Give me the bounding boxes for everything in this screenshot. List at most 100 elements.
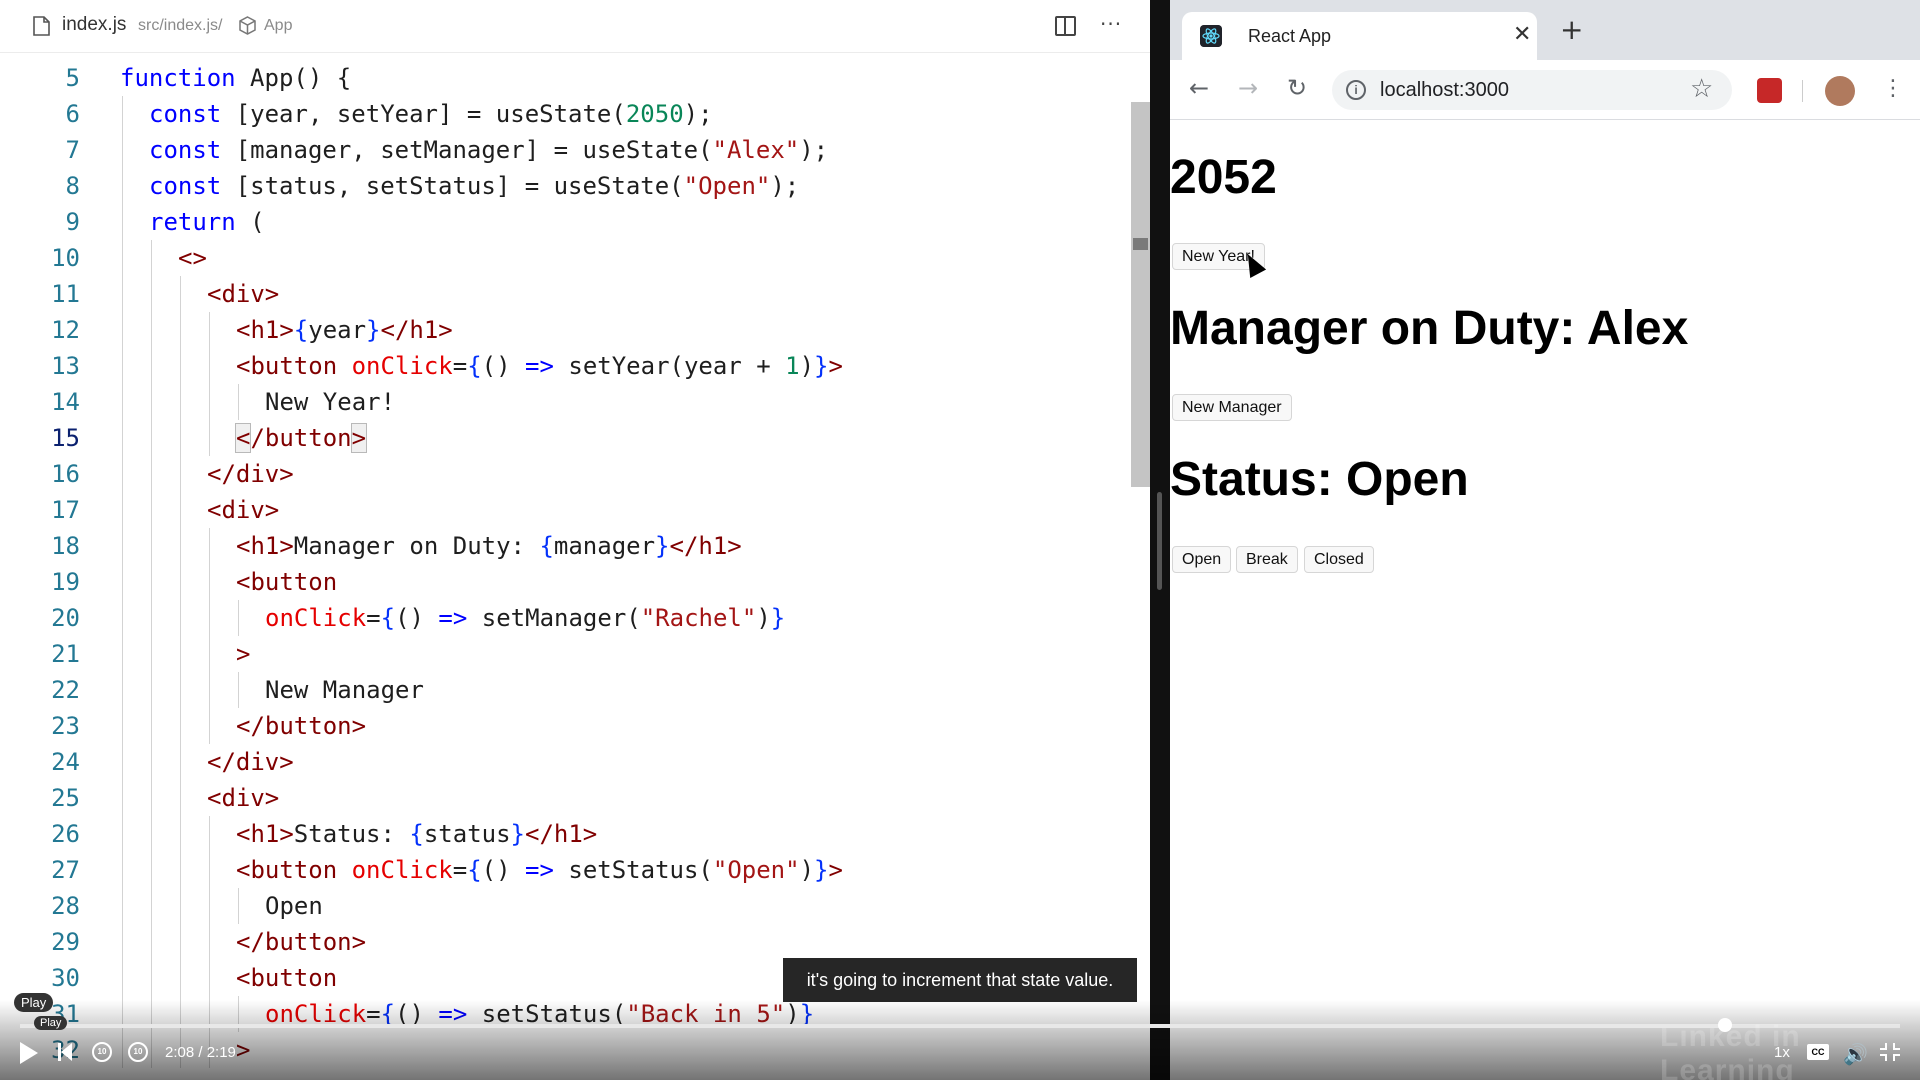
reload-icon[interactable]: ↻ [1287,74,1307,102]
new-tab-icon[interactable]: + [1560,16,1583,44]
avatar[interactable] [1825,76,1855,106]
code-line[interactable]: </button> [236,708,366,744]
address-bar[interactable]: i localhost:3000 ☆ [1332,70,1732,110]
code-token: <button [236,352,352,380]
code-token: <h1> [236,532,294,560]
code-line[interactable]: > [236,636,250,672]
close-tab-icon[interactable]: ✕ [1513,22,1531,47]
info-icon[interactable]: i [1346,80,1366,100]
breadcrumb-path[interactable]: src/index.js/ [138,17,222,35]
code-line[interactable]: <h1>{year}</h1> [236,312,453,348]
code-token: ); [799,136,829,164]
code-line[interactable]: <> [178,240,207,276]
code-line[interactable]: </div> [207,744,294,780]
code-line[interactable]: return ( [149,204,265,240]
code-line[interactable]: New Manager [265,672,424,708]
code-token: </h1> [525,820,598,848]
star-icon[interactable]: ☆ [1690,74,1713,104]
code-token: "Open" [683,172,771,200]
code-line[interactable]: const [manager, setManager] = useState("… [149,132,828,168]
code-token: [year, setYear] = useState( [235,100,626,128]
code-token: [status, setStatus] = useState( [235,172,684,200]
code-line[interactable]: <h1>Status: {status}</h1> [236,816,597,852]
react-favicon [1200,25,1222,47]
code-line[interactable]: </button> [234,420,368,456]
indent-guide [238,600,239,636]
code-line[interactable]: Open [265,888,323,924]
code-line[interactable]: <button [236,960,337,996]
playback-speed[interactable]: 1x [1774,1044,1790,1061]
closed-button[interactable]: Closed [1304,546,1374,573]
code-token: "Open" [712,856,800,884]
breadcrumb-symbol[interactable]: App [264,17,292,35]
code-line[interactable]: </button> [236,924,366,960]
new-manager-button[interactable]: New Manager [1172,394,1292,421]
code-line[interactable]: </div> [207,456,294,492]
forward-icon[interactable]: → [1238,74,1258,102]
tab-title: React App [1248,26,1332,46]
code-line[interactable]: <button [236,564,337,600]
line-number: 18 [51,532,80,560]
code-line[interactable]: <h1>Manager on Duty: {manager}</h1> [236,528,742,564]
fullscreen-exit-icon[interactable] [1880,1043,1900,1061]
split-divider-handle[interactable] [1157,492,1162,590]
code-token: } [814,856,829,884]
code-token: () [481,856,526,884]
browser-window: React App ✕ + ← → ↻ i localhost:3000 ☆ ⋮… [1170,0,1920,1080]
line-number: 17 [51,496,80,524]
forward-10-icon[interactable]: 10 [128,1042,148,1062]
kebab-menu-icon[interactable]: ⋮ [1882,74,1904,104]
line-number: 23 [51,712,80,740]
line-number: 13 [51,352,80,380]
open-button[interactable]: Open [1172,546,1232,573]
code-token: const [149,136,236,164]
indent-guide [238,888,239,924]
code-token: ) [799,856,815,884]
volume-icon[interactable]: 🔊 [1843,1042,1868,1066]
code-line[interactable]: <button onClick={() => setYear(year + 1)… [236,348,843,384]
code-token: manager [553,532,656,560]
code-token: setManager( [467,604,641,632]
code-line[interactable]: const [status, setStatus] = useState("Op… [149,168,799,204]
split-editor-icon[interactable] [1055,16,1076,36]
tab-strip: React App ✕ + [1170,0,1920,60]
code-token: = [452,856,468,884]
code-line[interactable]: onClick={() => setManager("Rachel")} [265,600,785,636]
code-line[interactable]: <div> [207,780,279,816]
play-icon[interactable] [20,1042,38,1064]
line-number: 27 [51,856,80,884]
tab-react-app[interactable]: React App ✕ [1182,12,1537,60]
previous-icon[interactable] [58,1043,72,1061]
code-line[interactable]: <div> [207,492,279,528]
extension-icon[interactable] [1757,78,1782,103]
editor-scrollbar[interactable] [1131,102,1150,487]
line-number: 20 [51,604,80,632]
code-line[interactable]: New Year! [265,384,395,420]
editor-breadcrumb-bar: index.js src/index.js/ App ··· [0,0,1150,53]
status-heading: Status: Open [1170,453,1469,506]
progress-fill [20,1024,1726,1028]
code-token: { [539,532,554,560]
cube-icon [239,16,256,35]
more-icon[interactable]: ··· [1100,12,1122,36]
line-number: 5 [65,64,80,92]
indent-guide [122,96,123,1068]
code-line[interactable]: <div> [207,276,279,312]
code-editor[interactable]: index.js src/index.js/ App ··· 5 6 7 8 9 10 11… [0,0,1150,1080]
rewind-10-icon[interactable]: 10 [92,1042,112,1062]
code-token: "Rachel" [640,604,757,632]
code-line[interactable]: function App() { [120,60,351,96]
code-token: </button> [236,928,367,956]
breadcrumb-filename[interactable]: index.js [62,14,126,36]
code-token: setYear(year + [553,352,786,380]
url-text[interactable]: localhost:3000 [1380,79,1509,102]
break-button[interactable]: Break [1236,546,1298,573]
cc-icon[interactable]: CC [1807,1044,1829,1060]
react-app-page: 2052 New Year! Manager on Duty: Alex New… [1170,120,1920,1080]
back-icon[interactable]: ← [1189,74,1209,102]
code-token: const [149,172,236,200]
play-tooltip: Play [14,993,54,1012]
code-line[interactable]: const [year, setYear] = useState(2050); [149,96,713,132]
code-line[interactable]: <button onClick={() => setStatus("Open")… [236,852,843,888]
code-token: </button> [234,423,368,453]
